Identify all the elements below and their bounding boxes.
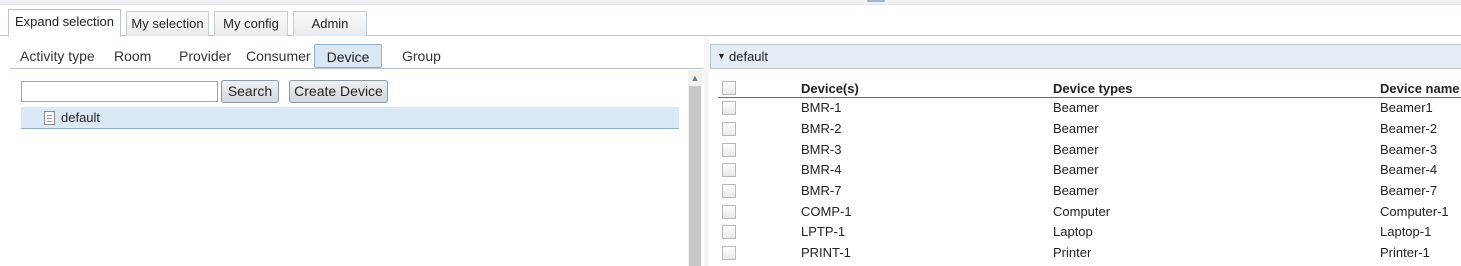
tab-my-selection[interactable]: My selection: [126, 11, 209, 36]
tab-admin[interactable]: Admin: [293, 11, 367, 36]
tab-expand-selection[interactable]: Expand selection: [8, 9, 121, 37]
select-all-checkbox[interactable]: [722, 81, 736, 95]
cell-device-type: Beamer: [1053, 183, 1099, 198]
cell-device-name: Beamer-3: [1380, 142, 1438, 157]
row-checkbox[interactable]: [722, 143, 736, 157]
row-checkbox[interactable]: [722, 246, 736, 260]
top-resize-handle[interactable]: [867, 0, 885, 2]
row-checkbox[interactable]: [722, 225, 736, 239]
cell-device-name: Beamer1: [1380, 100, 1433, 115]
cell-device-id: BMR-1: [801, 100, 842, 115]
row-checkbox[interactable]: [722, 205, 736, 219]
cell-device-type: Beamer: [1053, 100, 1099, 115]
cell-device-id: BMR-4: [801, 162, 842, 177]
subtab-activity-type[interactable]: Activity type: [20, 44, 95, 68]
cell-device-id: BMR-7: [801, 183, 842, 198]
tab-my-config[interactable]: My config: [214, 11, 288, 36]
search-button[interactable]: Search: [221, 80, 279, 103]
scroll-up-arrow-icon[interactable]: ▲: [688, 72, 702, 84]
subtab-group[interactable]: Group: [402, 44, 441, 68]
cell-device-name: Beamer-2: [1380, 121, 1438, 136]
cell-device-id: BMR-2: [801, 121, 842, 136]
group-header-default[interactable]: ▼ default: [710, 44, 1461, 69]
group-title: default: [729, 49, 769, 64]
left-scrollbar[interactable]: ▲: [688, 70, 702, 266]
document-icon: [44, 111, 55, 125]
tree-item-default[interactable]: default: [21, 107, 679, 129]
column-header-device-name[interactable]: Device name: [1380, 80, 1460, 97]
row-checkbox[interactable]: [722, 163, 736, 177]
top-strip: [0, 0, 1461, 5]
cell-device-id: COMP-1: [801, 204, 852, 219]
cell-device-name: Beamer-7: [1380, 183, 1438, 198]
subtab-consumer[interactable]: Consumer: [246, 44, 311, 68]
create-device-button[interactable]: Create Device: [289, 80, 388, 103]
cell-device-name: Printer-1: [1380, 245, 1430, 260]
column-header-devices[interactable]: Device(s): [801, 80, 859, 97]
cell-device-name: Laptop-1: [1380, 224, 1432, 239]
cell-device-type: Beamer: [1053, 162, 1099, 177]
cell-device-type: Laptop: [1053, 224, 1093, 239]
row-checkbox[interactable]: [722, 101, 736, 115]
row-checkbox[interactable]: [722, 122, 736, 136]
main-tab-bar: Expand selection My selection My config …: [0, 9, 1461, 37]
column-header-device-types[interactable]: Device types: [1053, 80, 1133, 97]
subtab-provider[interactable]: Provider: [179, 44, 231, 68]
cell-device-name: Computer-1: [1380, 204, 1449, 219]
panel-splitter[interactable]: [704, 36, 709, 266]
search-input[interactable]: [21, 81, 218, 102]
scroll-thumb[interactable]: [689, 86, 701, 266]
cell-device-id: LPTP-1: [801, 224, 846, 239]
cell-device-type: Beamer: [1053, 142, 1099, 157]
cell-device-type: Computer: [1053, 204, 1111, 219]
subtab-device[interactable]: Device: [314, 44, 382, 68]
row-checkbox[interactable]: [722, 184, 736, 198]
cell-device-name: Beamer-4: [1380, 162, 1438, 177]
caret-down-icon[interactable]: ▼: [717, 45, 726, 68]
entity-type-nav: Activity type Room Provider Consumer Dev…: [10, 43, 703, 69]
cell-device-id: PRINT-1: [801, 245, 851, 260]
cell-device-type: Beamer: [1053, 121, 1099, 136]
tree-item-label: default: [61, 110, 101, 125]
subtab-room[interactable]: Room: [114, 44, 151, 68]
cell-device-id: BMR-3: [801, 142, 842, 157]
cell-device-type: Printer: [1053, 245, 1092, 260]
